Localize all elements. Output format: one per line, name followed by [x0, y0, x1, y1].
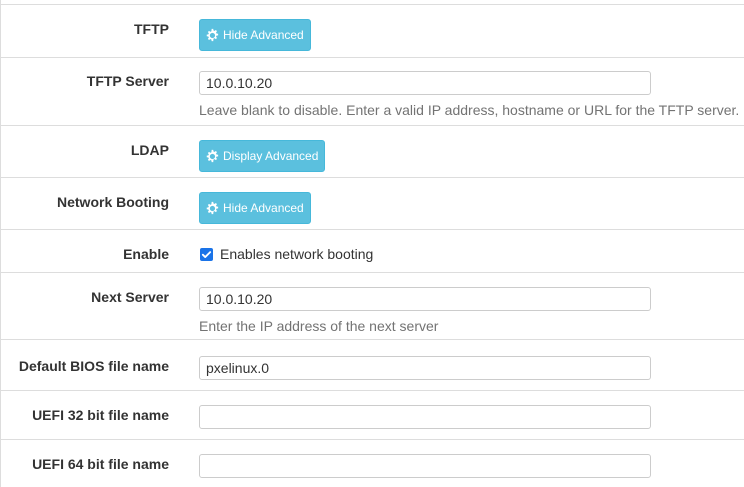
- row-network-booting: Network Booting Hide Advanced: [1, 178, 744, 230]
- tftp-button-label: Hide Advanced: [223, 28, 304, 42]
- uefi64-file-label: UEFI 64 bit file name: [32, 456, 169, 472]
- row-bios-file: Default BIOS file name: [1, 340, 744, 391]
- uefi64-file-input[interactable]: [199, 454, 651, 478]
- tftp-hide-advanced-button[interactable]: Hide Advanced: [199, 19, 311, 51]
- ldap-display-advanced-button[interactable]: Display Advanced: [199, 140, 326, 172]
- row-tftp-server: TFTP Server Leave blank to disable. Ente…: [1, 58, 744, 126]
- enable-checkbox-wrap[interactable]: Enables network booting: [200, 246, 373, 262]
- row-enable: Enable Enables network booting: [1, 230, 744, 273]
- row-next-server: Next Server Enter the IP address of the …: [1, 273, 744, 340]
- row-ldap: LDAP Display Advanced: [1, 126, 744, 178]
- gear-icon: [206, 149, 219, 163]
- ldap-button-label: Display Advanced: [223, 149, 319, 163]
- gear-icon: [206, 28, 219, 42]
- tftp-label: TFTP: [134, 21, 169, 37]
- network-booting-button-label: Hide Advanced: [223, 201, 304, 215]
- bios-file-label: Default BIOS file name: [18, 358, 169, 374]
- dhcp-form: TFTP Hide Advanced TFTP Server Leave bla…: [0, 0, 744, 487]
- network-booting-hide-advanced-button[interactable]: Hide Advanced: [199, 192, 311, 224]
- enable-label: Enable: [123, 246, 169, 262]
- uefi32-file-input[interactable]: [199, 405, 651, 429]
- checkmark-icon: [201, 250, 212, 258]
- row-tftp: TFTP Hide Advanced: [1, 5, 744, 58]
- tftp-server-label: TFTP Server: [86, 73, 169, 89]
- enable-checkbox[interactable]: [200, 247, 213, 261]
- row-uefi32-file: UEFI 32 bit file name: [1, 391, 744, 440]
- next-server-help: Enter the IP address of the next server: [199, 318, 439, 334]
- row-uefi64-file: UEFI 64 bit file name: [1, 440, 744, 487]
- enable-checkbox-label: Enables network booting: [220, 246, 374, 262]
- next-server-input[interactable]: [199, 287, 651, 311]
- gear-icon: [206, 201, 219, 215]
- network-booting-label: Network Booting: [57, 194, 169, 210]
- ldap-label: LDAP: [130, 142, 169, 158]
- uefi32-file-label: UEFI 32 bit file name: [32, 407, 169, 423]
- tftp-server-input[interactable]: [199, 71, 651, 95]
- tftp-server-help: Leave blank to disable. Enter a valid IP…: [199, 102, 740, 118]
- next-server-label: Next Server: [91, 289, 169, 305]
- bios-file-input[interactable]: [199, 356, 651, 380]
